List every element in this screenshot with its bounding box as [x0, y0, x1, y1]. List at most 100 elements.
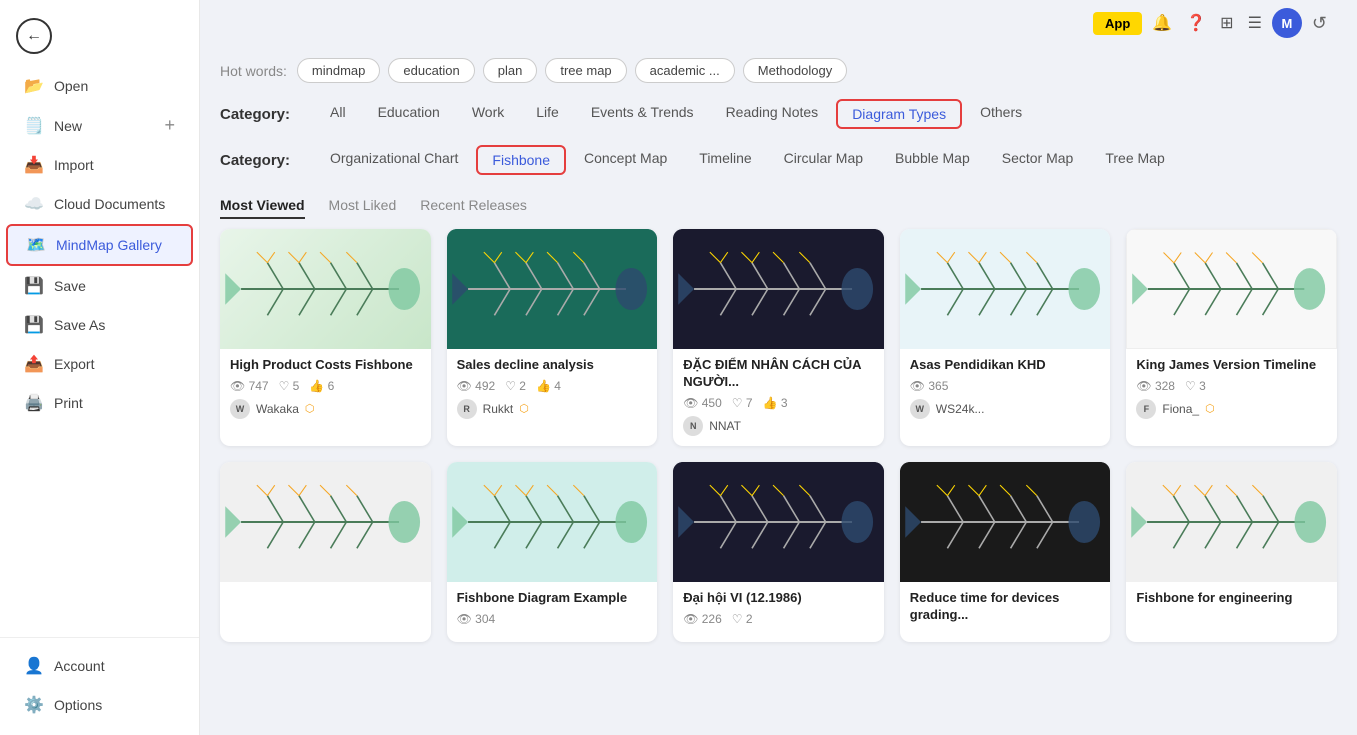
gallery-card-4[interactable]: Asas Pendidikan KHD 👁 365 W WS24k...: [900, 229, 1111, 446]
sub-cat-item-sector-map[interactable]: Sector Map: [988, 145, 1088, 175]
cat-item-diagram-types[interactable]: Diagram Types: [836, 99, 962, 129]
gallery-card-10[interactable]: Fishbone for engineering: [1126, 462, 1337, 642]
hot-tag-education[interactable]: education: [388, 58, 474, 83]
card-author: N NNAT: [683, 416, 874, 436]
sort-tab-most-liked[interactable]: Most Liked: [329, 197, 397, 219]
card-title: Đại hội VI (12.1986): [683, 590, 874, 607]
gallery-card-8[interactable]: Đại hội VI (12.1986) 👁 226♡ 2: [673, 462, 884, 642]
sidebar-label-import: Import: [54, 157, 175, 173]
sidebar-item-cloud[interactable]: ☁️ Cloud Documents: [6, 185, 193, 223]
verified-icon: ⬡: [1205, 402, 1215, 415]
hot-tag-academic-...[interactable]: academic ...: [635, 58, 735, 83]
hot-tag-mindmap[interactable]: mindmap: [297, 58, 380, 83]
sidebar-item-import[interactable]: 📥 Import: [6, 146, 193, 184]
gallery-card-2[interactable]: Sales decline analysis 👁 492♡ 2👍 4 R Ruk…: [447, 229, 658, 446]
sidebar-icon-options: ⚙️: [24, 695, 44, 715]
gallery-card-1[interactable]: High Product Costs Fishbone 👁 747♡ 5👍 6 …: [220, 229, 431, 446]
author-avatar: W: [910, 399, 930, 419]
sub-cat-item-timeline[interactable]: Timeline: [685, 145, 765, 175]
refresh-icon[interactable]: ↺: [1312, 13, 1327, 34]
card-thumbnail: [447, 229, 658, 349]
sort-tab-recent-releases[interactable]: Recent Releases: [420, 197, 527, 219]
cat-item-events[interactable]: Events & Trends: [577, 99, 708, 129]
cat-item-education[interactable]: Education: [364, 99, 454, 129]
sidebar-item-save-as[interactable]: 💾 Save As: [6, 306, 193, 344]
cat-item-all[interactable]: All: [316, 99, 360, 129]
sort-tabs: Most Viewed Most Liked Recent Releases: [220, 183, 1337, 229]
card-title: ĐẶC ĐIỂM NHÂN CÁCH CỦA NGƯỜI...: [683, 357, 874, 391]
grid-icon[interactable]: ⊞: [1220, 13, 1233, 33]
views-stat: 👁 365: [910, 379, 949, 393]
back-button[interactable]: ←: [16, 18, 52, 54]
gallery-card-5[interactable]: King James Version Timeline 👁 328♡ 3 F F…: [1126, 229, 1337, 446]
cat-item-work[interactable]: Work: [458, 99, 518, 129]
cat-item-life[interactable]: Life: [522, 99, 573, 129]
shares-stat: 👍 4: [536, 379, 561, 393]
card-stats: 👁 226♡ 2: [683, 612, 874, 626]
views-stat: 👁 747: [230, 379, 269, 393]
gallery-card-3[interactable]: ĐẶC ĐIỂM NHÂN CÁCH CỦA NGƯỜI... 👁 450♡ 7…: [673, 229, 884, 446]
hot-tag-plan[interactable]: plan: [483, 58, 538, 83]
gallery-grid: High Product Costs Fishbone 👁 747♡ 5👍 6 …: [220, 229, 1337, 642]
card-thumbnail: [673, 229, 884, 349]
card-info: King James Version Timeline 👁 328♡ 3 F F…: [1126, 349, 1337, 429]
card-thumbnail: [1126, 229, 1337, 349]
cat-item-reading-notes[interactable]: Reading Notes: [712, 99, 833, 129]
author-avatar: N: [683, 416, 703, 436]
card-thumbnail: [447, 462, 658, 582]
app-button[interactable]: App: [1093, 12, 1142, 35]
shares-stat: 👍 6: [309, 379, 334, 393]
sidebar-icon-new: 🗒️: [24, 116, 44, 136]
avatar[interactable]: M: [1272, 8, 1302, 38]
category-label-1: Category:: [220, 106, 310, 123]
notification-icon[interactable]: 🔔: [1152, 13, 1172, 33]
sidebar-label-open: Open: [54, 78, 175, 94]
hot-tag-methodology[interactable]: Methodology: [743, 58, 847, 83]
cat-item-others[interactable]: Others: [966, 99, 1036, 129]
views-stat: 👁 226: [683, 612, 722, 626]
author-avatar: R: [457, 399, 477, 419]
sidebar-icon-mindmap-gallery: 🗺️: [26, 235, 46, 255]
sidebar-label-options: Options: [54, 697, 175, 713]
help-icon[interactable]: ❓: [1186, 13, 1206, 33]
sub-cat-item-bubble-map[interactable]: Bubble Map: [881, 145, 984, 175]
sub-cat-item-fishbone[interactable]: Fishbone: [476, 145, 566, 175]
card-info: Đại hội VI (12.1986) 👁 226♡ 2: [673, 582, 884, 642]
sidebar-bottom: 👤 Account ⚙️ Options: [0, 637, 199, 725]
card-title: Fishbone Diagram Example: [457, 590, 648, 607]
sidebar-icon-import: 📥: [24, 155, 44, 175]
plus-icon-new[interactable]: +: [164, 115, 175, 136]
sidebar-icon-export: 📤: [24, 354, 44, 374]
sub-cat-item-circular-map[interactable]: Circular Map: [770, 145, 877, 175]
sidebar-item-new[interactable]: 🗒️ New +: [6, 106, 193, 145]
shares-stat: 👍 3: [763, 396, 788, 410]
card-title: Reduce time for devices grading...: [910, 590, 1101, 624]
sidebar-item-print[interactable]: 🖨️ Print: [6, 384, 193, 422]
hot-tag-tree-map[interactable]: tree map: [545, 58, 626, 83]
sub-cat-item-concept-map[interactable]: Concept Map: [570, 145, 681, 175]
views-stat: 👁 492: [457, 379, 496, 393]
main-content: App 🔔 ❓ ⊞ ☰ M ↺ Hot words: mindmapeducat…: [200, 0, 1357, 735]
sidebar-item-account[interactable]: 👤 Account: [6, 647, 193, 685]
sidebar-item-open[interactable]: 📂 Open: [6, 67, 193, 105]
gallery-card-9[interactable]: Reduce time for devices grading...: [900, 462, 1111, 642]
verified-icon: ⬡: [305, 402, 315, 415]
author-name: WS24k...: [936, 402, 985, 416]
gallery-card-7[interactable]: Fishbone Diagram Example 👁 304: [447, 462, 658, 642]
sidebar-item-export[interactable]: 📤 Export: [6, 345, 193, 383]
sort-tab-most-viewed[interactable]: Most Viewed: [220, 197, 305, 219]
sidebar-icon-save: 💾: [24, 276, 44, 296]
gallery-card-6[interactable]: [220, 462, 431, 642]
sub-cat-item-tree-map[interactable]: Tree Map: [1091, 145, 1178, 175]
sidebar-label-print: Print: [54, 395, 175, 411]
topbar-icons: 🔔 ❓ ⊞ ☰: [1152, 13, 1262, 33]
card-thumbnail: [220, 462, 431, 582]
card-info: Sales decline analysis 👁 492♡ 2👍 4 R Ruk…: [447, 349, 658, 429]
sub-cat-item-org-chart[interactable]: Organizational Chart: [316, 145, 472, 175]
menu-icon[interactable]: ☰: [1248, 13, 1262, 33]
sidebar-item-options[interactable]: ⚙️ Options: [6, 686, 193, 724]
sidebar-item-mindmap-gallery[interactable]: 🗺️ MindMap Gallery: [6, 224, 193, 266]
likes-stat: ♡ 3: [1185, 379, 1206, 393]
card-stats: 👁 304: [457, 612, 648, 626]
sidebar-item-save[interactable]: 💾 Save: [6, 267, 193, 305]
